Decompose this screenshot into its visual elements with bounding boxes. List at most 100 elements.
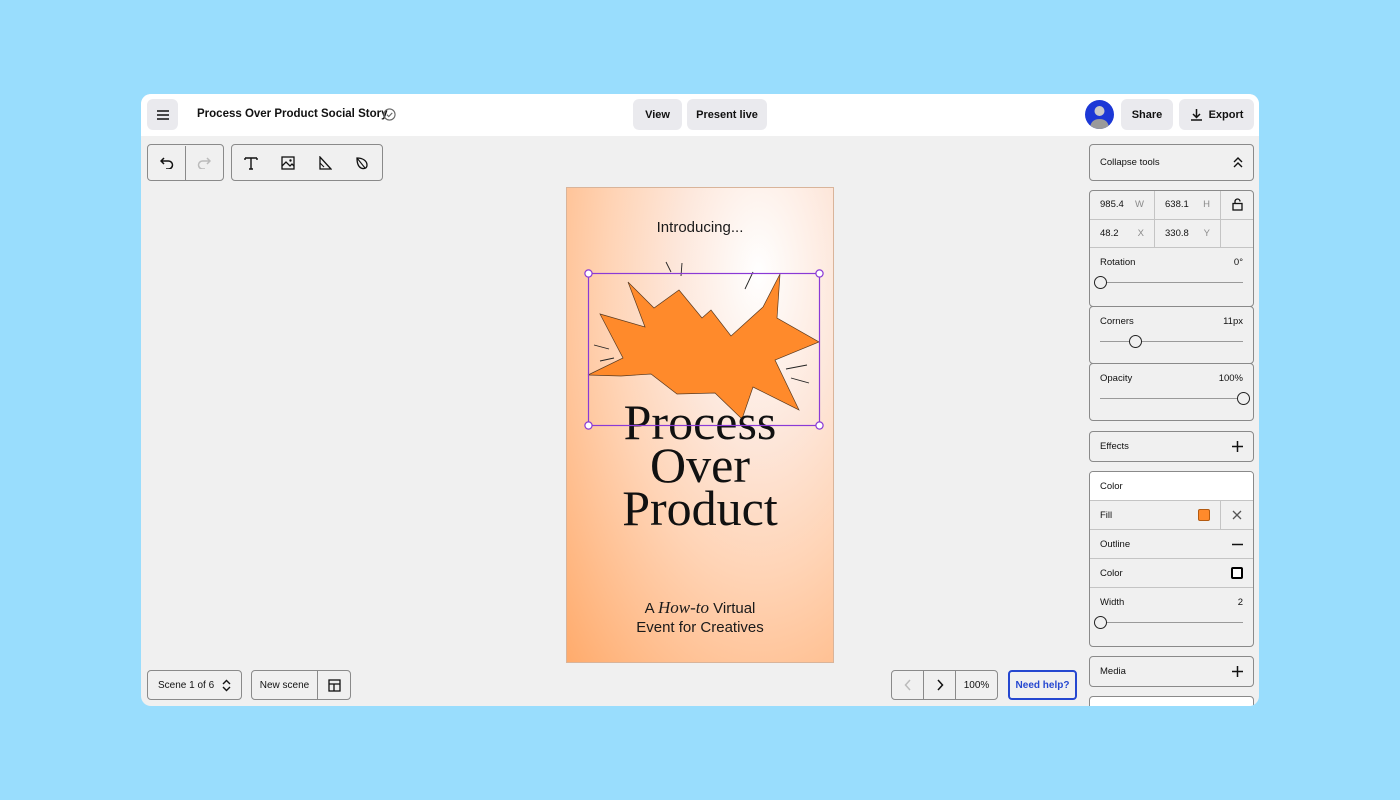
plus-icon <box>1232 440 1243 452</box>
text-tool-button[interactable] <box>232 146 269 180</box>
y-value: 330.8 <box>1165 227 1189 239</box>
new-scene-label: New scene <box>259 679 310 691</box>
x-unit: X <box>1137 227 1144 239</box>
y-unit: Y <box>1203 227 1210 239</box>
share-label: Share <box>1131 108 1163 121</box>
close-icon <box>1232 510 1242 520</box>
scene-layout-button[interactable] <box>318 671 350 699</box>
need-help-button[interactable]: Need help? <box>1008 670 1077 700</box>
corners-label: Corners <box>1100 315 1134 327</box>
effects-label: Effects <box>1100 440 1129 452</box>
help-label: Need help? <box>1015 679 1070 691</box>
opacity-slider[interactable] <box>1100 392 1250 405</box>
plus-icon <box>1232 665 1243 677</box>
avatar[interactable] <box>1085 100 1114 129</box>
rotation-value: 0° <box>1233 256 1243 268</box>
present-live-button[interactable]: Present live <box>687 99 767 130</box>
x-value: 48.2 <box>1100 227 1119 239</box>
layout-icon <box>327 678 341 692</box>
document-title[interactable]: Process Over Product Social Story <box>197 108 387 120</box>
rotation-label: Rotation <box>1100 256 1136 268</box>
height-field[interactable]: 638.1 H <box>1155 191 1221 219</box>
x-field[interactable]: 48.2 X <box>1090 219 1155 247</box>
user-photo-icon <box>1090 106 1109 129</box>
outline-width-slider-knob[interactable] <box>1093 616 1107 629</box>
undo-icon <box>159 156 173 169</box>
new-scene-group: New scene <box>251 670 351 700</box>
fill-row[interactable]: Fill <box>1090 501 1221 529</box>
present-live-label: Present live <box>696 108 758 121</box>
story-canvas[interactable]: Introducing... Process Over Product A Ho… <box>566 187 834 663</box>
double-chevron-up-icon <box>1233 156 1243 167</box>
corners-value: 11px <box>1223 315 1243 327</box>
triangle-ruler-icon <box>318 155 332 170</box>
outline-label: Outline <box>1100 538 1131 550</box>
outline-color-label: Color <box>1100 567 1123 579</box>
resize-handle-bottom-left[interactable] <box>584 421 593 430</box>
view-label: View <box>645 108 670 121</box>
outline-color-row[interactable]: Color <box>1090 559 1253 588</box>
next-panel-section <box>1089 696 1254 706</box>
share-button[interactable]: Share <box>1121 99 1173 130</box>
subtitle-suffix: Virtual <box>708 600 756 617</box>
opacity-panel: Opacity 100% <box>1089 363 1254 421</box>
shape-tool-button[interactable] <box>306 146 343 180</box>
scene-selector[interactable]: Scene 1 of 6 <box>147 670 242 700</box>
saved-check-icon <box>383 108 396 121</box>
subtitle-line-2: Event for Creatives <box>636 619 764 636</box>
outline-width-value: 2 <box>1237 596 1243 608</box>
color-label: Color <box>1100 480 1123 492</box>
chevron-up-down-icon <box>222 679 231 691</box>
previous-scene-button[interactable] <box>892 671 924 699</box>
aspect-lock-button[interactable] <box>1221 191 1253 219</box>
subtitle-italic: How-to <box>657 598 709 617</box>
opacity-value: 100% <box>1218 372 1243 384</box>
sticker-tool-button[interactable] <box>343 146 380 180</box>
outline-row[interactable]: Outline <box>1090 530 1253 559</box>
zoom-label: 100% <box>963 679 990 691</box>
resize-handle-top-left[interactable] <box>584 269 593 278</box>
image-icon <box>280 155 295 170</box>
text-icon <box>243 156 258 170</box>
subtitle-prefix: A <box>644 600 658 617</box>
next-scene-button[interactable] <box>924 671 956 699</box>
color-panel: Color Fill Outline Color Width 2 <box>1089 471 1254 647</box>
fill-label: Fill <box>1100 509 1113 521</box>
subtitle-text[interactable]: A How-to Virtual Event for Creatives <box>567 598 833 637</box>
outline-width-slider[interactable] <box>1093 616 1243 629</box>
media-label: Media <box>1100 665 1126 677</box>
corners-slider[interactable] <box>1100 335 1243 348</box>
redo-icon <box>197 156 211 169</box>
y-field[interactable]: 330.8 Y <box>1155 219 1221 247</box>
zoom-level[interactable]: 100% <box>956 671 997 699</box>
minus-icon <box>1232 543 1243 545</box>
image-tool-button[interactable] <box>269 146 306 180</box>
rotation-slider[interactable] <box>1093 276 1243 289</box>
rotation-slider-knob[interactable] <box>1093 276 1107 289</box>
redo-button[interactable] <box>185 145 222 180</box>
opacity-slider-knob[interactable] <box>1236 392 1250 405</box>
fill-swatch[interactable] <box>1198 509 1210 521</box>
resize-handle-bottom-right[interactable] <box>815 421 824 430</box>
height-value: 638.1 <box>1165 199 1189 211</box>
resize-handle-top-right[interactable] <box>815 269 824 278</box>
collapse-label: Collapse tools <box>1100 156 1160 168</box>
collapse-tools-button[interactable]: Collapse tools <box>1089 144 1254 181</box>
top-bar: Process Over Product Social Story View P… <box>141 94 1259 136</box>
new-scene-button[interactable]: New scene <box>252 671 318 699</box>
export-button[interactable]: Export <box>1179 99 1254 130</box>
media-row[interactable]: Media <box>1089 656 1254 687</box>
insert-toolbar <box>231 144 383 181</box>
corners-slider-knob[interactable] <box>1129 335 1143 348</box>
effects-row[interactable]: Effects <box>1089 431 1254 462</box>
history-toolbar <box>147 144 224 181</box>
outline-color-swatch[interactable] <box>1231 567 1243 579</box>
menu-button[interactable] <box>147 99 178 130</box>
width-unit: W <box>1135 199 1144 211</box>
scene-label: Scene 1 of 6 <box>158 679 215 691</box>
width-field[interactable]: 985.4 W <box>1090 191 1155 219</box>
remove-fill-button[interactable] <box>1221 501 1253 529</box>
page-nav-group: 100% <box>891 670 998 700</box>
undo-button[interactable] <box>148 146 185 180</box>
view-button[interactable]: View <box>633 99 682 130</box>
